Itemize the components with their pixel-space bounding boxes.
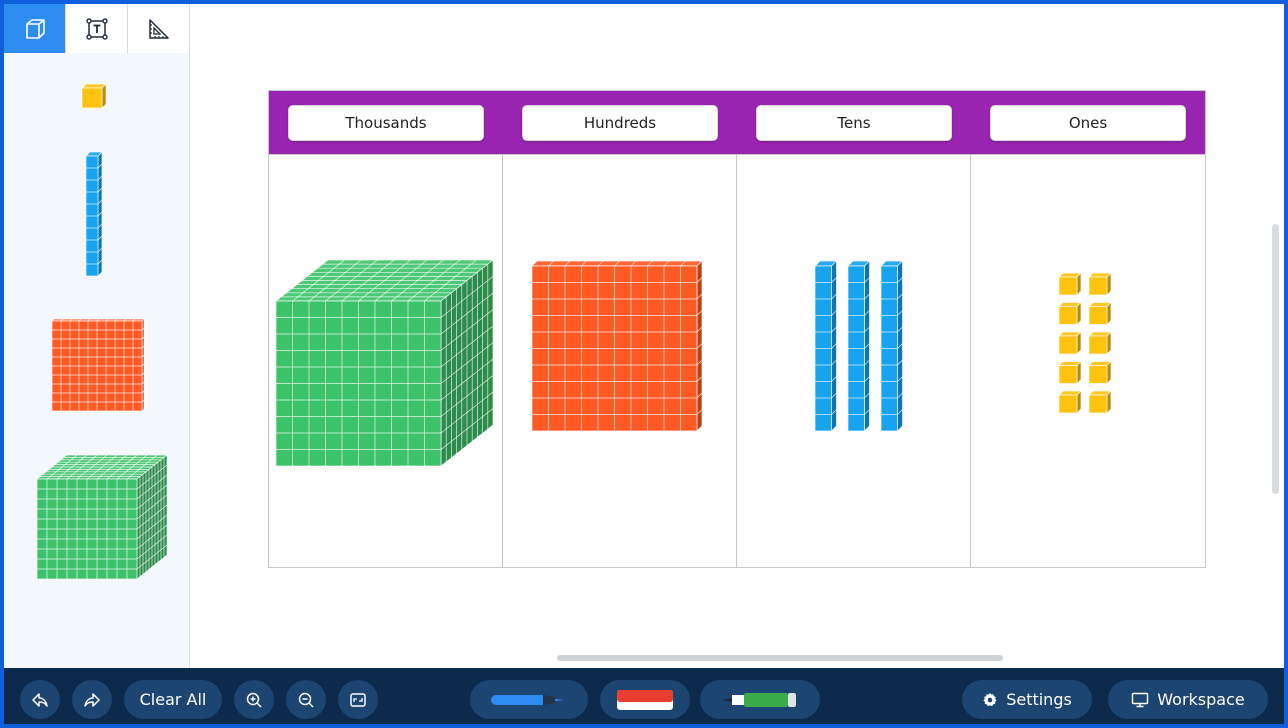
column-body[interactable]	[737, 155, 971, 567]
ten-rod-blocks[interactable]	[813, 259, 905, 431]
column-body[interactable]	[503, 155, 737, 567]
horizontal-scrollbar[interactable]	[557, 655, 1003, 661]
clear-all-label: Clear All	[139, 690, 207, 709]
column-header: Tens	[737, 91, 971, 155]
tab-text[interactable]	[66, 4, 128, 53]
column-hundreds: Hundreds	[503, 91, 737, 567]
column-label-hundreds[interactable]: Hundreds	[522, 105, 718, 141]
marker-button[interactable]	[700, 680, 820, 719]
workspace-label: Workspace	[1157, 690, 1245, 709]
place-value-chart: Thousands Hundreds Tens Ones	[268, 90, 1206, 568]
green-marker-icon	[722, 692, 796, 707]
zoom-out-button[interactable]	[286, 680, 326, 719]
column-body[interactable]	[971, 155, 1205, 567]
column-ones: Ones	[971, 91, 1205, 567]
blocks-sidebar	[4, 4, 190, 668]
column-header: Thousands	[269, 91, 503, 155]
monitor-icon	[1132, 692, 1149, 707]
settings-button[interactable]: Settings	[962, 680, 1092, 719]
vertical-scrollbar[interactable]	[1272, 224, 1279, 494]
eraser-icon	[617, 689, 673, 710]
hundred-flat-block[interactable]	[530, 259, 705, 431]
bottom-toolbar: Clear All Settings Workspace	[4, 668, 1284, 724]
clear-all-button[interactable]: Clear All	[124, 680, 222, 719]
text-box-icon	[85, 17, 108, 40]
column-label-thousands[interactable]: Thousands	[288, 105, 484, 141]
eraser-button[interactable]	[600, 680, 690, 719]
gear-icon	[983, 692, 997, 706]
workspace-button[interactable]: Workspace	[1108, 680, 1268, 719]
tool-tabs	[4, 4, 190, 53]
set-square-icon	[148, 18, 169, 39]
zoom-in-icon	[246, 692, 262, 708]
redo-icon	[84, 692, 100, 707]
hundred-flat-piece[interactable]	[50, 317, 148, 417]
column-thousands: Thousands	[269, 91, 503, 567]
column-body[interactable]	[269, 155, 503, 567]
tab-blocks[interactable]	[4, 4, 66, 53]
ten-rod-piece[interactable]	[84, 150, 106, 278]
column-label-ones[interactable]: Ones	[990, 105, 1186, 141]
column-label-tens[interactable]: Tens	[756, 105, 952, 141]
column-header: Ones	[971, 91, 1205, 155]
zoom-out-icon	[298, 692, 314, 708]
zoom-in-button[interactable]	[234, 680, 274, 719]
thousand-cube-piece[interactable]	[35, 453, 173, 583]
fit-screen-button[interactable]	[338, 680, 378, 719]
tab-measure[interactable]	[128, 4, 190, 53]
undo-icon	[32, 692, 48, 707]
workspace-canvas[interactable]: Thousands Hundreds Tens Ones	[191, 4, 1284, 668]
undo-button[interactable]	[20, 680, 60, 719]
unit-cube-piece[interactable]	[80, 82, 110, 112]
app-frame: Thousands Hundreds Tens Ones Clear All S…	[4, 4, 1284, 724]
pen-tool-button[interactable]	[470, 680, 588, 719]
column-tens: Tens	[737, 91, 971, 567]
thousand-cube-block[interactable]	[274, 258, 494, 468]
settings-label: Settings	[1006, 690, 1072, 709]
blue-pen-icon	[491, 694, 565, 705]
column-header: Hundreds	[503, 91, 737, 155]
fit-screen-icon	[350, 692, 366, 707]
redo-button[interactable]	[72, 680, 112, 719]
cube-icon	[25, 18, 45, 39]
unit-cube-blocks[interactable]	[1057, 271, 1117, 421]
